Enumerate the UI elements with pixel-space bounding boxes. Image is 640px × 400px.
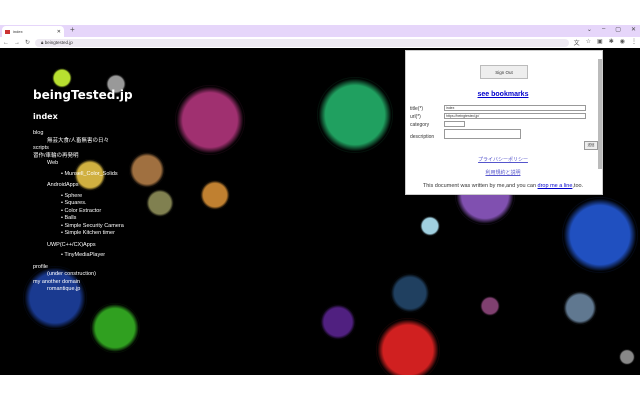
nav-android: AndroidApps	[47, 182, 79, 188]
tab-index[interactable]: index ✕	[2, 26, 64, 37]
list-item[interactable]: Munsell_Color_Solids	[61, 171, 133, 179]
popup-scrollbar[interactable]	[598, 59, 602, 169]
description-label: description	[410, 134, 435, 140]
star-icon[interactable]: ☆	[586, 38, 591, 47]
list-item[interactable]: TinyMediaPlayer	[61, 252, 133, 260]
terms-link[interactable]: 利用規約と説明	[406, 169, 600, 176]
bubble-decoration	[562, 197, 638, 273]
bubble-decoration	[390, 273, 430, 313]
title-input[interactable]: index	[444, 105, 586, 111]
footer-post: ,too.	[572, 183, 584, 189]
category-label: category	[410, 122, 430, 128]
nav-uwp: UWP(C++/CX)Apps	[47, 241, 96, 248]
page-heading: index	[33, 112, 58, 121]
bubble-decoration	[129, 152, 165, 188]
bookmark-extension-popup: Sign Out see bookmarks title(*) index ur…	[405, 50, 603, 195]
bubble-decoration	[480, 296, 500, 316]
bubble-decoration	[317, 77, 393, 153]
tab-search-button[interactable]: ⌄	[587, 26, 592, 33]
menu-icon[interactable]: ⋮	[631, 38, 637, 47]
bubble-decoration	[200, 180, 230, 210]
drop-me-a-line-link[interactable]: drop me a line	[538, 183, 573, 189]
bubble-decoration	[52, 68, 72, 88]
footer-text: This document was written by me,and you …	[406, 183, 600, 189]
bubble-decoration	[376, 318, 440, 375]
window-controls: ⌄ – ▢ ✕	[587, 26, 636, 33]
list-item[interactable]: Simple Kitchen timer	[61, 230, 133, 238]
maximize-button[interactable]: ▢	[615, 26, 621, 33]
nav-scripts[interactable]: scripts	[33, 145, 133, 153]
nav-profile-sub: (under construction)	[47, 271, 96, 277]
bubble-decoration	[146, 189, 174, 217]
close-window-button[interactable]: ✕	[631, 26, 636, 33]
nav-profile[interactable]: profile	[33, 264, 133, 272]
reload-icon[interactable]: ↻	[25, 39, 30, 46]
profile-icon[interactable]: ◉	[620, 38, 625, 47]
bubble-decoration	[420, 216, 440, 236]
forward-icon[interactable]: →	[14, 40, 20, 46]
bubble-decoration	[320, 304, 356, 340]
extension-active-icon[interactable]: ▣	[597, 38, 603, 47]
privacy-policy-link[interactable]: プライバシーポリシー	[406, 156, 600, 163]
description-textarea[interactable]	[444, 129, 521, 139]
site-title: beingTested.jp	[33, 88, 133, 102]
url-input[interactable]: https://beingtested.jp/	[444, 113, 586, 119]
bubble-decoration	[619, 349, 635, 365]
list-item[interactable]: Squares.	[61, 200, 133, 208]
nav-reinvent[interactable]: 習作/車輪の再発明	[33, 153, 133, 161]
nav-another-domain: my another domain	[33, 278, 81, 285]
send-button[interactable]: 送信	[584, 141, 598, 150]
nav-web: Web	[47, 160, 59, 166]
tab-strip: index ✕ + ⌄ – ▢ ✕	[0, 25, 640, 37]
address-bar[interactable]: 🔒︎ beingtested.jp	[35, 38, 569, 47]
nav-blog[interactable]: blog	[33, 130, 133, 138]
bubble-decoration	[563, 291, 597, 325]
url-text: beingtested.jp	[44, 40, 73, 45]
sign-out-button[interactable]: Sign Out	[480, 65, 528, 79]
list-item[interactable]: Sphere	[61, 193, 133, 201]
url-label: url(*)	[410, 114, 421, 120]
see-bookmarks-link[interactable]: see bookmarks	[406, 91, 600, 98]
footer-pre: This document was written by me,and you …	[422, 183, 538, 189]
nav-romantique[interactable]: romantique.jp	[33, 286, 133, 294]
favicon-icon	[5, 29, 10, 34]
back-icon[interactable]: ←	[3, 40, 9, 46]
tab-title: index	[13, 29, 23, 34]
list-item[interactable]: Balls	[61, 215, 133, 223]
new-tab-button[interactable]: +	[70, 25, 75, 34]
close-tab-icon[interactable]: ✕	[57, 29, 61, 35]
bubble-decoration	[90, 303, 140, 353]
puzzle-icon[interactable]: ✱	[609, 38, 614, 47]
category-input[interactable]	[444, 121, 465, 127]
nav-blog-sub[interactable]: 無芸大食/人畜無害の日々	[33, 138, 133, 146]
list-item[interactable]: Simple Security Camera	[61, 223, 133, 231]
translate-icon[interactable]: 文	[574, 38, 580, 47]
browser-toolbar: ← → ↻ 🔒︎ beingtested.jp 文 ☆ ▣ ✱ ◉ ⋮	[0, 37, 640, 48]
title-label: title(*)	[410, 106, 424, 112]
site-nav: beingTested.jp index blog 無芸大食/人畜無害の日々 s…	[33, 88, 133, 294]
list-item[interactable]: Color Extractor	[61, 208, 133, 216]
bubble-decoration	[175, 85, 245, 155]
minimize-button[interactable]: –	[602, 26, 605, 33]
